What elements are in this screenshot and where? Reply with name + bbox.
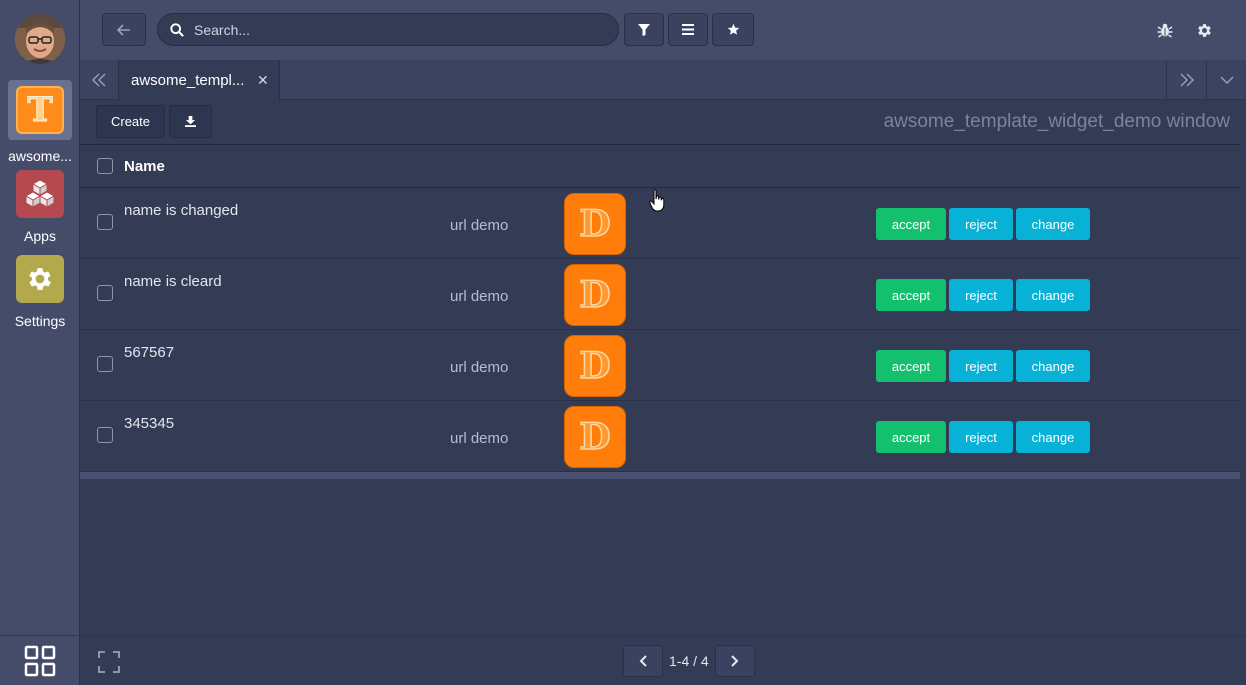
tabs-scroll-left-button[interactable] [80,60,118,100]
list-view-button[interactable] [668,13,708,46]
search-icon [170,22,184,37]
logo-letter: D [579,344,612,388]
filter-button[interactable] [624,13,664,46]
pager-next-button[interactable] [715,645,755,677]
row-url[interactable]: url demo [450,359,508,376]
tabs-scroll-right-button[interactable] [1166,60,1206,100]
filter-icon [638,23,650,36]
list-icon [682,24,694,35]
chevron-left-icon [639,655,647,667]
reject-button[interactable]: reject [949,208,1013,240]
logo-letter: D [579,202,612,246]
search-input[interactable] [194,21,594,38]
sidebar-app-awsome[interactable]: T awsome... [0,80,80,164]
grid-icon [24,645,56,676]
double-chevron-left-icon [92,73,106,87]
back-button[interactable] [102,13,146,46]
create-button[interactable]: Create [96,105,165,138]
chevron-down-icon [1220,76,1233,84]
list-header: Name [80,144,1240,188]
accept-button[interactable]: accept [876,279,946,311]
tabs-dropdown-button[interactable] [1206,60,1246,100]
logo-letter: D [579,415,612,459]
accept-button[interactable]: accept [876,421,946,453]
row-name: name is changed [124,202,239,219]
bug-icon [1157,23,1173,38]
accept-button[interactable]: accept [876,208,946,240]
sidebar-app-apps[interactable]: Apps [0,170,80,244]
gear-icon [16,255,64,303]
row-checkbox[interactable] [97,285,113,301]
cubes-icon [16,170,64,218]
reject-button[interactable]: reject [949,350,1013,382]
list-row[interactable]: 567567 url demo D accept reject change [80,330,1240,401]
list-row[interactable]: name is cleard url demo D accept reject … [80,259,1240,330]
row-name: name is cleard [124,273,222,290]
fullscreen-button[interactable] [98,651,120,673]
bottom-bar: 1-4 / 4 [80,635,1246,685]
tab-close-icon[interactable]: ✕ [257,72,269,89]
row-name: 345345 [124,415,175,432]
window-title: awsome_template_widget_demo window [883,111,1230,132]
settings-button[interactable] [1192,18,1216,42]
row-logo-image: D [564,193,626,255]
favorites-button[interactable] [712,13,754,46]
row-url[interactable]: url demo [450,217,508,234]
top-bar [80,0,1246,60]
logo-letter: D [579,273,612,317]
app-sidebar: T awsome... Apps Settings [0,0,80,685]
change-button[interactable]: change [1016,421,1090,453]
sidebar-app-label: Settings [14,313,66,329]
tab-awsome-template[interactable]: awsome_templ... ✕ [118,60,280,101]
sidebar-app-label: Apps [24,228,56,244]
pager-previous-button[interactable] [623,645,663,677]
change-button[interactable]: change [1016,350,1090,382]
user-avatar[interactable] [15,14,65,64]
row-logo-image: D [564,264,626,326]
list-footer [80,472,1240,479]
sidebar-app-label: awsome... [8,148,72,164]
select-all-checkbox[interactable] [97,158,113,174]
tab-label: awsome_templ... [131,72,245,89]
search-box[interactable] [157,13,619,46]
hand-cursor-icon [649,189,665,218]
apps-grid-button[interactable] [0,635,80,685]
change-button[interactable]: change [1016,208,1090,240]
reject-button[interactable]: reject [949,279,1013,311]
chevron-right-icon [731,655,739,667]
accept-button[interactable]: accept [876,350,946,382]
row-checkbox[interactable] [97,214,113,230]
sidebar-app-settings[interactable]: Settings [0,255,80,329]
export-button[interactable] [169,105,212,138]
awsome-app-icon: T [16,86,64,134]
gear-icon [1197,23,1211,37]
column-header-name[interactable]: Name [124,158,165,175]
download-icon [185,116,196,127]
star-icon [727,23,739,35]
pager-value[interactable]: 1-4 / 4 [669,653,709,669]
row-logo-image: D [564,335,626,397]
awsome-app-letter: T [27,90,53,131]
expand-icon [98,651,120,673]
row-checkbox[interactable] [97,356,113,372]
row-checkbox[interactable] [97,427,113,443]
row-logo-image: D [564,406,626,468]
tab-bar: awsome_templ... ✕ [80,60,1246,101]
debug-button[interactable] [1153,18,1177,42]
back-arrow-icon [116,23,130,36]
row-url[interactable]: url demo [450,430,508,447]
reject-button[interactable]: reject [949,421,1013,453]
double-chevron-right-icon [1180,73,1194,87]
list-row[interactable]: 345345 url demo D accept reject change [80,401,1240,472]
row-name: 567567 [124,344,175,361]
change-button[interactable]: change [1016,279,1090,311]
row-url[interactable]: url demo [450,288,508,305]
